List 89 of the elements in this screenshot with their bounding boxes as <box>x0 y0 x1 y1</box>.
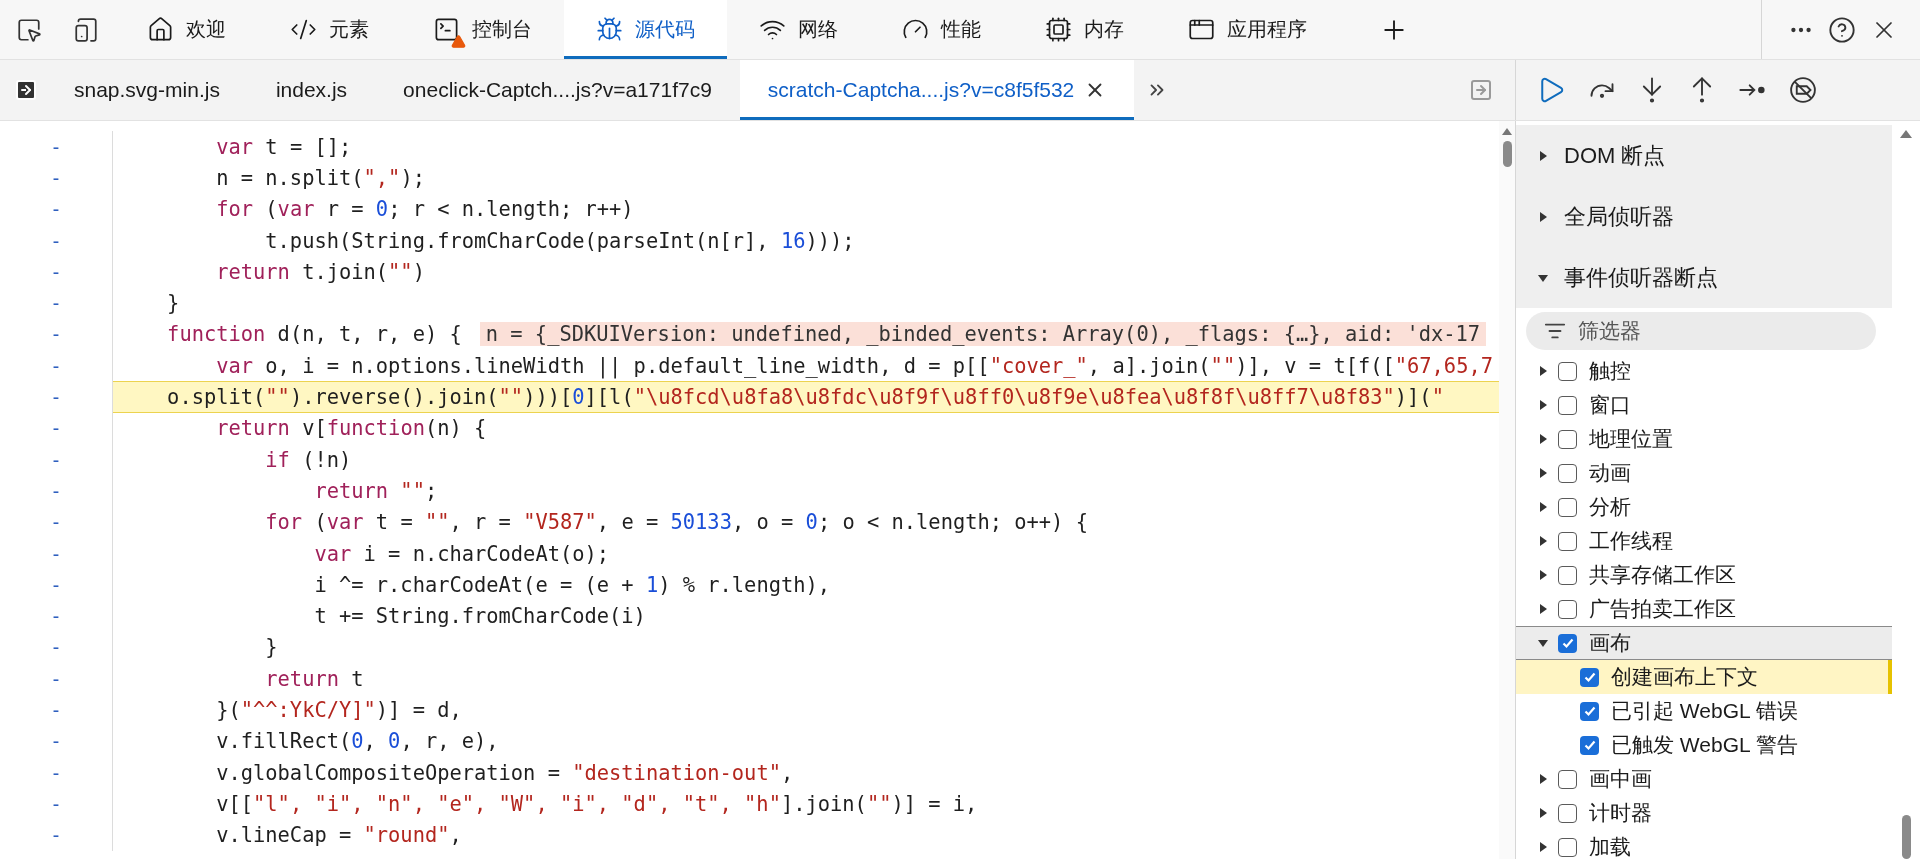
line-marker: - <box>49 228 63 254</box>
line-marker: - <box>49 510 63 536</box>
checkbox[interactable] <box>1558 803 1577 823</box>
tree-item[interactable]: 计时器 <box>1516 796 1892 830</box>
checkmark-icon <box>1560 636 1575 650</box>
line-marker: - <box>49 447 63 473</box>
tree-item[interactable]: 广告拍卖工作区 <box>1516 592 1892 626</box>
line-marker: - <box>49 729 63 755</box>
section-header[interactable]: DOM 断点 <box>1516 125 1892 186</box>
file-tab[interactable]: snap.svg-min.js <box>46 60 248 120</box>
checkbox[interactable] <box>1558 769 1577 789</box>
tree-item[interactable]: 触控 <box>1516 354 1892 388</box>
line-marker: - <box>49 572 63 598</box>
filter-field[interactable]: 筛选器 <box>1526 312 1876 350</box>
checkbox[interactable] <box>1558 565 1577 585</box>
code-line: function d(n, t, r, e) { <box>112 318 462 351</box>
chip-icon <box>1045 16 1072 43</box>
line-marker: - <box>49 385 63 410</box>
checkbox[interactable] <box>1558 361 1577 381</box>
line-marker: - <box>49 165 63 191</box>
tree-item[interactable]: 加载 <box>1516 830 1892 859</box>
checkbox[interactable] <box>1558 633 1577 653</box>
checkbox[interactable] <box>1558 429 1577 449</box>
tree-item[interactable]: 分析 <box>1516 490 1892 524</box>
line-marker: - <box>49 823 63 849</box>
line-marker: - <box>49 635 63 661</box>
checkbox[interactable] <box>1580 701 1599 721</box>
help-icon[interactable] <box>1828 15 1856 44</box>
inspect-icon[interactable] <box>15 16 42 43</box>
line-marker: - <box>49 791 63 817</box>
scrollbar-thumb[interactable] <box>1901 815 1911 859</box>
deactivate-breakpoints-icon[interactable] <box>1788 75 1818 105</box>
panel-tab[interactable]: 性能 <box>870 0 1013 59</box>
line-marker: - <box>49 760 63 786</box>
line-marker: - <box>49 698 63 723</box>
panel-tab[interactable]: 网络 <box>727 0 870 59</box>
scroll-up-icon[interactable] <box>1502 127 1512 135</box>
file-tab[interactable]: oneclick-Captch....js?v=a171f7c9 <box>375 60 740 120</box>
line-marker: - <box>49 353 63 379</box>
checkmark-icon <box>1582 738 1597 752</box>
bug-icon <box>596 16 623 43</box>
line-marker: - <box>49 416 63 442</box>
tree-item[interactable]: 动画 <box>1516 456 1892 490</box>
panel-tab[interactable]: 欢迎 <box>115 0 258 59</box>
checkbox[interactable] <box>1558 837 1577 857</box>
section-header[interactable]: 全局侦听器 <box>1516 186 1892 247</box>
tree-item[interactable]: 画布 <box>1516 626 1892 660</box>
checkmark-icon <box>1582 704 1597 718</box>
checkbox[interactable] <box>1580 667 1599 687</box>
house-icon <box>147 16 174 43</box>
scroll-up-icon[interactable] <box>1900 129 1912 138</box>
section-header[interactable]: 事件侦听器断点 <box>1516 247 1892 308</box>
checkbox[interactable] <box>1558 531 1577 551</box>
tree-item[interactable]: 窗口 <box>1516 388 1892 422</box>
line-marker: - <box>49 259 63 285</box>
device-icon[interactable] <box>73 16 100 43</box>
panel-tab[interactable]: 内存 <box>1013 0 1156 59</box>
checkbox[interactable] <box>1558 497 1577 517</box>
panel-tab[interactable]: 控制台 <box>401 0 564 59</box>
checkmark-icon <box>1582 670 1597 684</box>
checkbox[interactable] <box>1558 463 1577 483</box>
navigator-toggle-icon[interactable] <box>14 78 38 102</box>
tree-item[interactable]: 已触发 WebGL 警告 <box>1516 728 1892 762</box>
scrollbar-thumb[interactable] <box>1502 141 1512 167</box>
file-tab[interactable]: index.js <box>247 60 376 120</box>
line-marker: - <box>49 291 63 317</box>
line-marker: - <box>49 604 63 630</box>
line-marker: - <box>49 134 63 160</box>
tree-item[interactable]: 已引起 WebGL 错误 <box>1516 694 1892 728</box>
line-marker: - <box>49 197 63 223</box>
file-tab[interactable]: scratch-Captcha....js?v=c8f5f532 <box>739 60 1135 120</box>
checkbox[interactable] <box>1558 599 1577 619</box>
tree-item[interactable]: 地理位置 <box>1516 422 1892 456</box>
tree-item[interactable]: 画中画 <box>1516 762 1892 796</box>
line-marker: - <box>49 478 63 504</box>
terminal-icon <box>433 16 460 43</box>
panel-tab[interactable]: 源代码 <box>564 0 727 59</box>
panel-tab[interactable]: 元素 <box>258 0 401 59</box>
checkbox[interactable] <box>1580 735 1599 755</box>
tree-item[interactable]: 创建画布上下文 <box>1516 660 1892 694</box>
checkbox[interactable] <box>1558 395 1577 415</box>
line-marker: - <box>49 322 63 348</box>
tree-item[interactable]: 工作线程 <box>1516 524 1892 558</box>
debugger-toggle-icon[interactable] <box>1469 78 1493 102</box>
inline-value: n = {_SDKUIVersion: undefined, _binded_events: Array(0), _flags: {…}, aid: 'dx-17 <box>479 322 1487 347</box>
tree-item[interactable]: 共享存储工作区 <box>1516 558 1892 592</box>
line-marker: - <box>49 541 63 567</box>
line-marker: - <box>49 666 63 692</box>
panel-tab[interactable]: 应用程序 <box>1156 0 1339 59</box>
